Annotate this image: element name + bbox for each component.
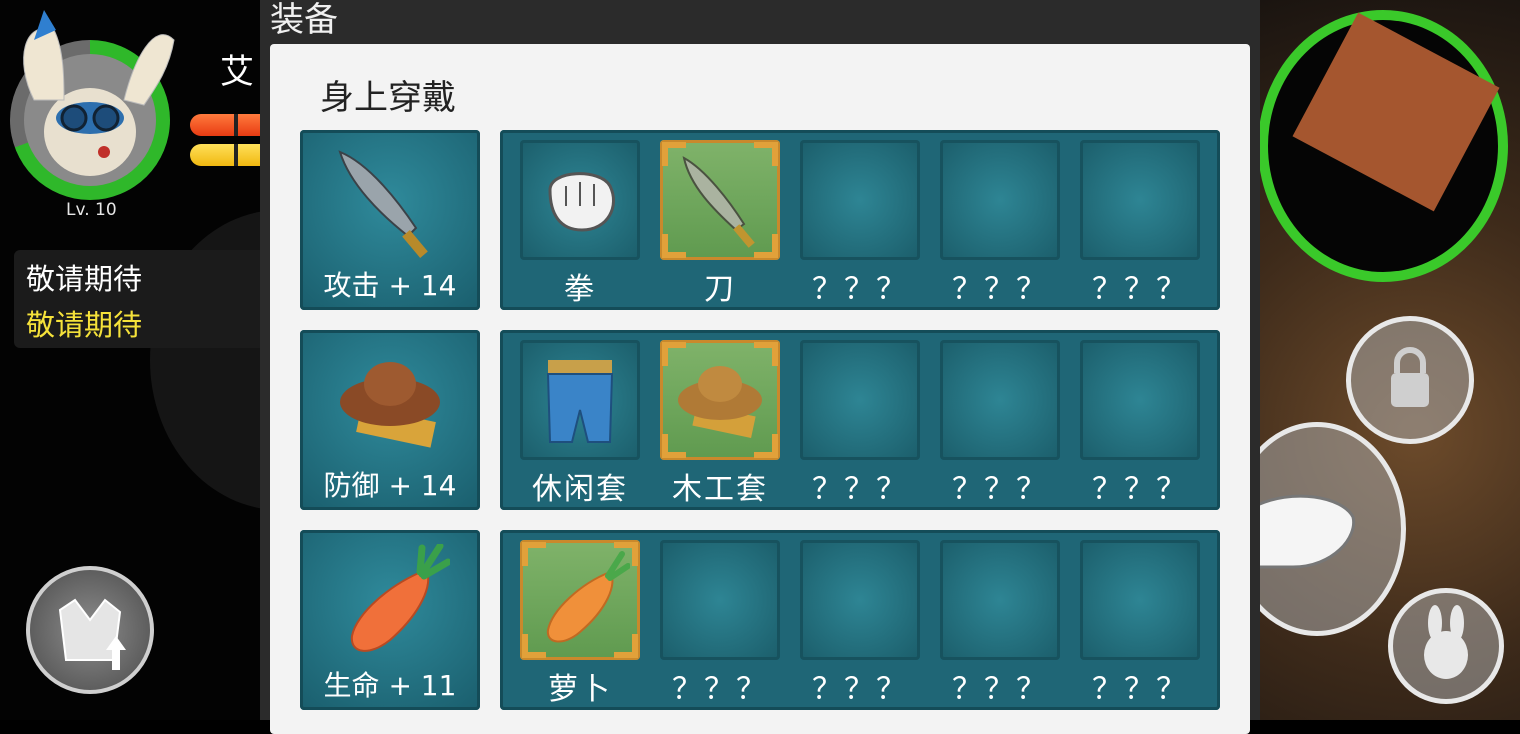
slot-label: ？？？ <box>672 672 768 707</box>
straw-hat-icon <box>340 362 440 448</box>
weapon-slots-row: 拳 刀 ？？？ ？？？ ？？？ <box>500 130 1220 310</box>
rabbit-icon <box>1424 605 1468 679</box>
slot-label: ？？？ <box>1092 472 1188 507</box>
carrot-icon <box>350 544 450 652</box>
equipment-panel: 装备 身上穿戴 攻击 + 14 拳 刀 ？？？ ？？？ ？？？ 防御 + 14 … <box>260 0 1260 734</box>
panel-title: 装备 <box>270 0 338 40</box>
slot-label: ？？？ <box>812 472 908 507</box>
slot-locked[interactable] <box>660 540 780 660</box>
health-bar <box>190 114 260 136</box>
defense-stat-card: 防御 + 14 <box>300 330 480 510</box>
slot-label: ？？？ <box>952 272 1048 307</box>
slot-overalls[interactable] <box>520 340 640 460</box>
fist-icon <box>548 172 615 232</box>
slot-locked[interactable] <box>940 340 1060 460</box>
transform-skill-button[interactable] <box>26 566 154 694</box>
slot-label: ？？？ <box>1092 672 1188 707</box>
slot-label: ？？？ <box>952 472 1048 507</box>
slot-label: ？？？ <box>952 672 1048 707</box>
attack-stat-card: 攻击 + 14 <box>300 130 480 310</box>
quest-text-secondary: 敬请期待 <box>26 308 143 342</box>
slot-label: 萝卜 <box>548 672 612 707</box>
left-hud: Lv. 10 艾 敬请期待 敬请期待 <box>0 0 260 720</box>
slot-carrot-selected[interactable] <box>520 540 640 660</box>
slot-locked[interactable] <box>1080 540 1200 660</box>
accessory-slots-row: 萝卜 ？？？ ？？？ ？？？ ？？？ <box>500 530 1220 710</box>
slot-fist[interactable] <box>520 140 640 260</box>
slot-locked[interactable] <box>940 140 1060 260</box>
section-title: 身上穿戴 <box>320 78 456 118</box>
slot-label: 木工套 <box>672 472 768 507</box>
slot-label: ？？？ <box>812 672 908 707</box>
life-stat-label: 生命 + 11 <box>323 669 457 702</box>
wolf-upgrade-icon <box>58 598 126 670</box>
quest-text-primary: 敬请期待 <box>26 262 143 296</box>
slot-carpenter-selected[interactable] <box>660 340 780 460</box>
attack-button[interactable] <box>1258 422 1406 636</box>
blade-icon <box>682 156 755 248</box>
stamina-bar <box>190 144 260 166</box>
slot-blade-selected[interactable] <box>660 140 780 260</box>
slot-locked[interactable] <box>1080 340 1200 460</box>
attack-stat-label: 攻击 + 14 <box>323 269 457 302</box>
blade-icon <box>338 150 428 258</box>
player-name: 艾 <box>220 52 254 92</box>
armor-slots-row: 休闲套 木工套 ？？？ ？？？ ？？？ <box>500 330 1220 510</box>
carrot-icon <box>546 551 630 643</box>
player-level: Lv. 10 <box>66 200 117 220</box>
overalls-icon <box>546 360 614 443</box>
slot-locked[interactable] <box>800 340 920 460</box>
slot-label: 刀 <box>704 272 736 307</box>
minimap-room <box>1292 12 1500 212</box>
rabbit-ears-icon <box>23 10 175 106</box>
game-scene <box>1258 0 1520 720</box>
slot-locked[interactable] <box>1080 140 1200 260</box>
slot-label: 休闲套 <box>532 472 628 507</box>
slot-label: ？？？ <box>1092 272 1188 307</box>
slot-locked[interactable] <box>800 540 920 660</box>
life-stat-card: 生命 + 11 <box>300 530 480 710</box>
slot-label: 拳 <box>564 272 596 307</box>
defense-stat-label: 防御 + 14 <box>323 469 457 502</box>
slot-label: ？？？ <box>812 272 908 307</box>
lock-target-button[interactable] <box>1346 316 1474 444</box>
straw-hat-icon <box>678 366 762 438</box>
lock-icon <box>1391 347 1429 407</box>
punch-icon <box>1258 494 1356 569</box>
slot-locked[interactable] <box>800 140 920 260</box>
minimap[interactable] <box>1258 10 1508 282</box>
character-switch-button[interactable] <box>1388 588 1504 704</box>
slot-locked[interactable] <box>940 540 1060 660</box>
